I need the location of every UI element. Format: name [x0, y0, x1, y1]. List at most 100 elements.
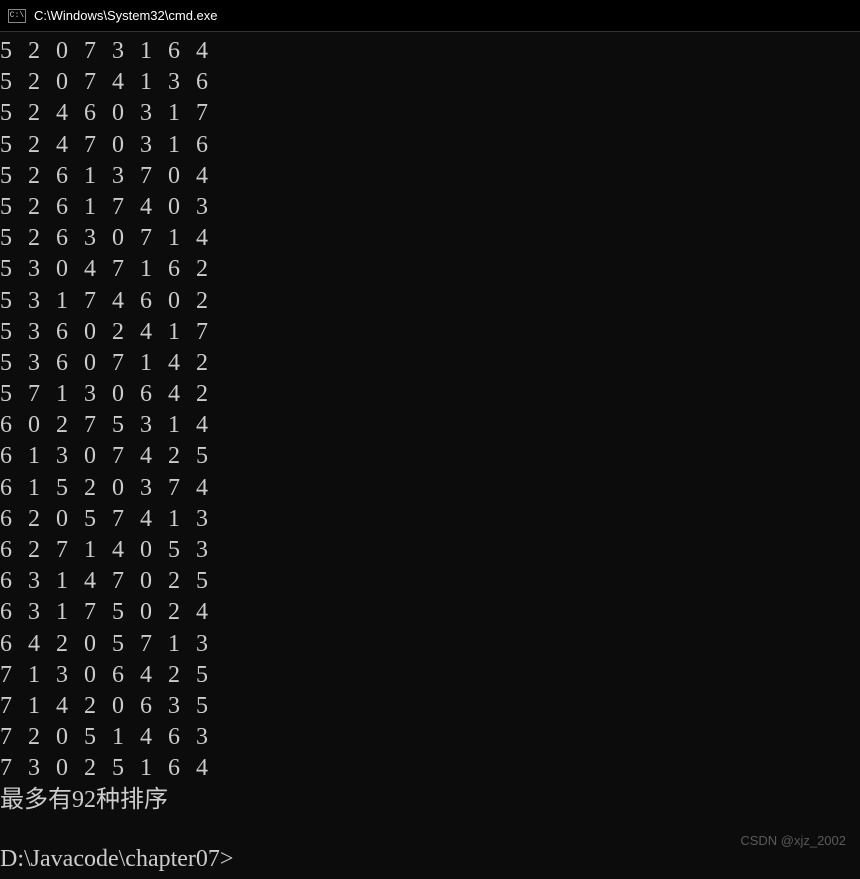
output-number: 1 [168, 317, 196, 348]
output-number: 3 [28, 286, 56, 317]
output-number: 4 [56, 691, 84, 722]
output-number: 2 [28, 161, 56, 192]
output-number: 2 [28, 36, 56, 67]
output-number: 5 [196, 660, 224, 691]
output-row: 71420635 [0, 691, 860, 722]
output-number: 4 [84, 566, 112, 597]
output-number: 0 [84, 660, 112, 691]
cmd-icon-label: C:\ [10, 11, 24, 20]
output-number: 6 [196, 67, 224, 98]
summary-line: 最多有92种排序 [0, 785, 860, 816]
output-number: 5 [0, 223, 28, 254]
command-prompt[interactable]: D:\Javacode\chapter07> [0, 844, 860, 875]
output-number: 0 [56, 67, 84, 98]
output-number: 3 [196, 629, 224, 660]
output-number: 6 [140, 286, 168, 317]
output-number: 6 [168, 254, 196, 285]
output-rows: 5207316452074136524603175247031652613704… [0, 36, 860, 785]
output-number: 7 [0, 691, 28, 722]
output-row: 60275314 [0, 410, 860, 441]
output-row: 61307425 [0, 441, 860, 472]
output-number: 1 [84, 535, 112, 566]
output-number: 6 [56, 192, 84, 223]
output-number: 5 [0, 254, 28, 285]
output-number: 7 [112, 348, 140, 379]
output-number: 3 [140, 130, 168, 161]
output-number: 7 [0, 722, 28, 753]
output-number: 7 [112, 504, 140, 535]
output-number: 4 [168, 379, 196, 410]
output-number: 4 [112, 535, 140, 566]
output-number: 3 [112, 161, 140, 192]
output-number: 4 [196, 36, 224, 67]
output-number: 7 [0, 660, 28, 691]
output-number: 2 [196, 348, 224, 379]
output-number: 2 [28, 223, 56, 254]
output-number: 4 [140, 317, 168, 348]
output-number: 7 [112, 192, 140, 223]
cmd-icon: C:\ [8, 9, 26, 23]
output-number: 3 [168, 691, 196, 722]
output-number: 2 [168, 660, 196, 691]
output-number: 1 [56, 597, 84, 628]
output-number: 5 [112, 629, 140, 660]
output-number: 6 [84, 98, 112, 129]
output-number: 3 [196, 722, 224, 753]
output-number: 0 [168, 192, 196, 223]
output-number: 3 [56, 660, 84, 691]
output-number: 5 [0, 286, 28, 317]
terminal-output[interactable]: 5207316452074136524603175247031652613704… [0, 32, 860, 879]
output-number: 0 [84, 441, 112, 472]
output-number: 0 [28, 410, 56, 441]
output-number: 3 [196, 504, 224, 535]
output-number: 0 [112, 379, 140, 410]
output-number: 5 [196, 691, 224, 722]
output-row: 63175024 [0, 597, 860, 628]
output-row: 52073164 [0, 36, 860, 67]
output-number: 1 [28, 441, 56, 472]
window-titlebar[interactable]: C:\ C:\Windows\System32\cmd.exe [0, 0, 860, 32]
output-number: 5 [112, 753, 140, 784]
output-number: 2 [28, 67, 56, 98]
output-number: 4 [140, 722, 168, 753]
output-number: 1 [84, 161, 112, 192]
output-number: 6 [56, 348, 84, 379]
output-number: 7 [56, 535, 84, 566]
output-row: 52470316 [0, 130, 860, 161]
output-number: 7 [112, 566, 140, 597]
output-number: 6 [0, 566, 28, 597]
output-number: 2 [84, 691, 112, 722]
output-number: 6 [112, 660, 140, 691]
output-number: 6 [56, 161, 84, 192]
output-number: 0 [168, 161, 196, 192]
output-number: 1 [140, 67, 168, 98]
output-number: 4 [112, 67, 140, 98]
output-number: 7 [84, 597, 112, 628]
output-number: 3 [56, 441, 84, 472]
output-number: 0 [112, 130, 140, 161]
output-number: 5 [0, 67, 28, 98]
output-number: 4 [84, 254, 112, 285]
output-number: 6 [56, 223, 84, 254]
watermark: CSDN @xjz_2002 [740, 833, 846, 848]
output-number: 7 [0, 753, 28, 784]
output-number: 5 [0, 98, 28, 129]
output-number: 5 [168, 535, 196, 566]
output-number: 3 [28, 348, 56, 379]
output-number: 2 [84, 753, 112, 784]
output-number: 2 [84, 473, 112, 504]
prompt-text: D:\Javacode\chapter07> [0, 846, 233, 872]
output-number: 5 [196, 441, 224, 472]
output-number: 6 [140, 379, 168, 410]
output-number: 3 [84, 223, 112, 254]
output-number: 0 [140, 597, 168, 628]
output-number: 3 [28, 254, 56, 285]
output-number: 6 [0, 441, 28, 472]
output-number: 2 [168, 441, 196, 472]
output-number: 2 [56, 410, 84, 441]
output-number: 3 [168, 67, 196, 98]
output-number: 0 [56, 753, 84, 784]
output-number: 2 [168, 566, 196, 597]
output-row: 53607142 [0, 348, 860, 379]
output-number: 6 [0, 629, 28, 660]
